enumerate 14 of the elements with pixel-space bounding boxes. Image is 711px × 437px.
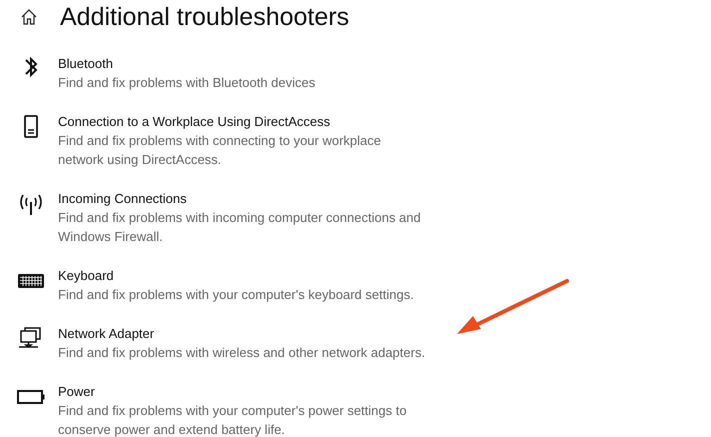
troubleshooter-name[interactable]: Bluetooth bbox=[58, 54, 316, 73]
troubleshooter-name[interactable]: Incoming Connections bbox=[58, 189, 421, 208]
troubleshooter-description: Find and fix problems with your computer's power settings to conserve power and extend battery life. bbox=[58, 402, 407, 437]
page-title: Additional troubleshooters bbox=[60, 2, 350, 32]
troubleshooter-description: Find and fix problems with wireless and other network adapters. bbox=[58, 344, 426, 362]
home-icon[interactable] bbox=[20, 8, 38, 26]
troubleshooter-name[interactable]: Connection to a Workplace Using DirectAccess bbox=[58, 112, 381, 131]
troubleshooter-name[interactable]: Network Adapter bbox=[58, 324, 426, 343]
troubleshooter-description: Find and fix problems with Bluetooth devices bbox=[58, 74, 316, 92]
troubleshooter-name[interactable]: Keyboard bbox=[58, 266, 414, 285]
troubleshooter-name[interactable]: Power bbox=[58, 382, 407, 401]
troubleshooter-description: Find and fix problems with incoming computer connections and Windows Firewall. bbox=[58, 209, 421, 246]
troubleshooter-description: Find and fix problems with your computer's keyboard settings. bbox=[58, 286, 414, 304]
troubleshooter-description: Find and fix problems with connecting to your workplace network using DirectAccess. bbox=[58, 132, 381, 169]
